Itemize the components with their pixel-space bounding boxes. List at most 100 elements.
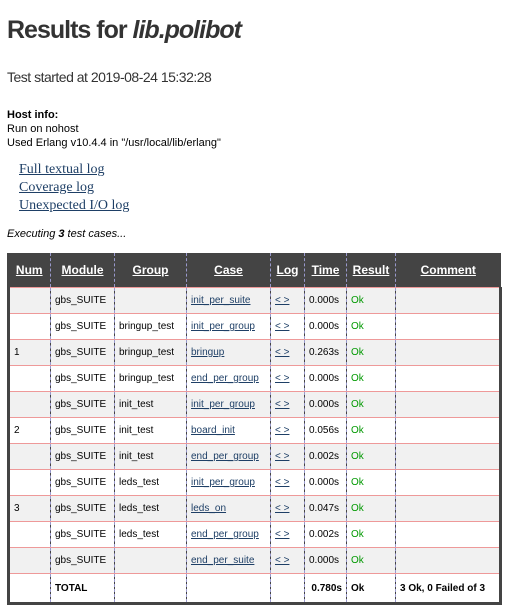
result-cell: Ok: [346, 287, 396, 314]
log-link[interactable]: < >: [275, 503, 289, 514]
log-link[interactable]: < >: [275, 451, 289, 462]
log-cell: < >: [270, 313, 305, 340]
num-cell: [7, 287, 51, 314]
case-cell: board_init: [186, 417, 271, 444]
log-link[interactable]: < >: [275, 529, 289, 540]
case-link[interactable]: end_per_group: [191, 373, 259, 384]
case-cell: bringup: [186, 339, 271, 366]
table-row: gbs_SUITE init_test init_per_group < > 0.000…: [7, 391, 502, 418]
group-cell: leds_test: [114, 521, 187, 548]
comment-cell: [395, 313, 502, 340]
comment-cell: [395, 365, 502, 392]
num-cell: [7, 469, 51, 496]
case-link[interactable]: bringup: [191, 347, 224, 358]
group-cell: bringup_test: [114, 313, 187, 340]
comment-cell: [395, 521, 502, 548]
header-result[interactable]: Result: [346, 253, 396, 288]
header-group[interactable]: Group: [114, 253, 187, 288]
table-row: gbs_SUITE end_per_suite < > 0.000s Ok: [7, 547, 502, 574]
log-link[interactable]: < >: [275, 373, 289, 384]
time-cell: 0.000s: [304, 547, 347, 574]
log-cell: < >: [270, 521, 305, 548]
case-link[interactable]: end_per_group: [191, 529, 259, 540]
time-cell: 0.263s: [304, 339, 347, 366]
suite-name: lib.polibot: [132, 16, 242, 44]
header-comment[interactable]: Comment: [395, 253, 501, 288]
results-table-container: Num Module Group Case Log Time Result Co…: [7, 253, 502, 605]
case-link[interactable]: init_per_group: [191, 321, 255, 332]
time-cell: 0.000s: [304, 391, 347, 418]
case-link[interactable]: init_per_suite: [191, 295, 250, 306]
result-cell: Ok: [346, 391, 396, 418]
case-cell: init_per_group: [186, 391, 271, 418]
log-link[interactable]: < >: [275, 347, 289, 358]
comment-cell: [395, 391, 502, 418]
table-row: 3 gbs_SUITE leds_test leds_on < > 0.047s Ok: [7, 495, 502, 522]
comment-cell: [395, 417, 502, 444]
table-row: gbs_SUITE leds_test init_per_group < > 0.000…: [7, 469, 502, 496]
comment-cell: [395, 469, 502, 496]
test-started-text: Test started at 2019-08-24 15:32:28: [7, 69, 212, 85]
result-cell: Ok: [346, 547, 396, 574]
log-link[interactable]: < >: [275, 477, 289, 488]
log-link[interactable]: < >: [275, 399, 289, 410]
log-cell: < >: [270, 469, 305, 496]
num-cell: [7, 391, 51, 418]
time-cell: 0.002s: [304, 443, 347, 470]
module-cell: gbs_SUITE: [50, 417, 115, 444]
header-time[interactable]: Time: [304, 253, 347, 288]
comment-cell: [395, 547, 502, 574]
group-cell: leds_test: [114, 469, 187, 496]
group-cell: bringup_test: [114, 365, 187, 392]
log-cell: < >: [270, 547, 305, 574]
host-info-label: Host info:: [7, 109, 59, 121]
host-run-on: Run on nohost: [7, 123, 79, 135]
case-link[interactable]: end_per_suite: [191, 555, 254, 566]
module-cell: gbs_SUITE: [50, 287, 115, 314]
executing-suffix: test cases...: [64, 228, 127, 240]
result-cell: Ok: [346, 365, 396, 392]
group-cell: init_test: [114, 391, 187, 418]
result-cell: Ok: [346, 521, 396, 548]
case-cell: init_per_group: [186, 313, 271, 340]
total-num-cell: [7, 573, 51, 605]
case-link[interactable]: end_per_group: [191, 451, 259, 462]
num-cell: 1: [7, 339, 51, 366]
comment-cell: [395, 443, 502, 470]
num-cell: [7, 547, 51, 574]
header-num[interactable]: Num: [8, 253, 51, 288]
case-link[interactable]: board_init: [191, 425, 235, 436]
num-cell: [7, 365, 51, 392]
log-link[interactable]: < >: [275, 295, 289, 306]
total-time: 0.780s: [304, 573, 347, 605]
module-cell: gbs_SUITE: [50, 495, 115, 522]
log-cell: < >: [270, 443, 305, 470]
case-link[interactable]: init_per_group: [191, 399, 255, 410]
unexpected-io-log-link[interactable]: Unexpected I/O log: [19, 197, 129, 215]
coverage-log-link[interactable]: Coverage log: [19, 179, 129, 197]
time-cell: 0.000s: [304, 287, 347, 314]
table-header-row: Num Module Group Case Log Time Result Co…: [8, 253, 501, 288]
result-cell: Ok: [346, 443, 396, 470]
log-link[interactable]: < >: [275, 425, 289, 436]
header-case[interactable]: Case: [186, 253, 271, 288]
log-cell: < >: [270, 417, 305, 444]
num-cell: 3: [7, 495, 51, 522]
result-cell: Ok: [346, 339, 396, 366]
log-link[interactable]: < >: [275, 321, 289, 332]
time-cell: 0.000s: [304, 365, 347, 392]
num-cell: [7, 313, 51, 340]
header-module[interactable]: Module: [50, 253, 115, 288]
table-row: gbs_SUITE leds_test end_per_group < > 0.002s…: [7, 521, 502, 548]
case-cell: end_per_group: [186, 521, 271, 548]
case-link[interactable]: init_per_group: [191, 477, 255, 488]
log-cell: < >: [270, 287, 305, 314]
case-link[interactable]: leds_on: [191, 503, 226, 514]
group-cell: leds_test: [114, 495, 187, 522]
header-log[interactable]: Log: [270, 253, 305, 288]
log-link[interactable]: < >: [275, 555, 289, 566]
table-row: gbs_SUITE init_per_suite < > 0.000s Ok: [7, 287, 502, 314]
time-cell: 0.000s: [304, 469, 347, 496]
results-table: Num Module Group Case Log Time Result Co…: [7, 253, 502, 605]
full-textual-log-link[interactable]: Full textual log: [19, 161, 129, 179]
